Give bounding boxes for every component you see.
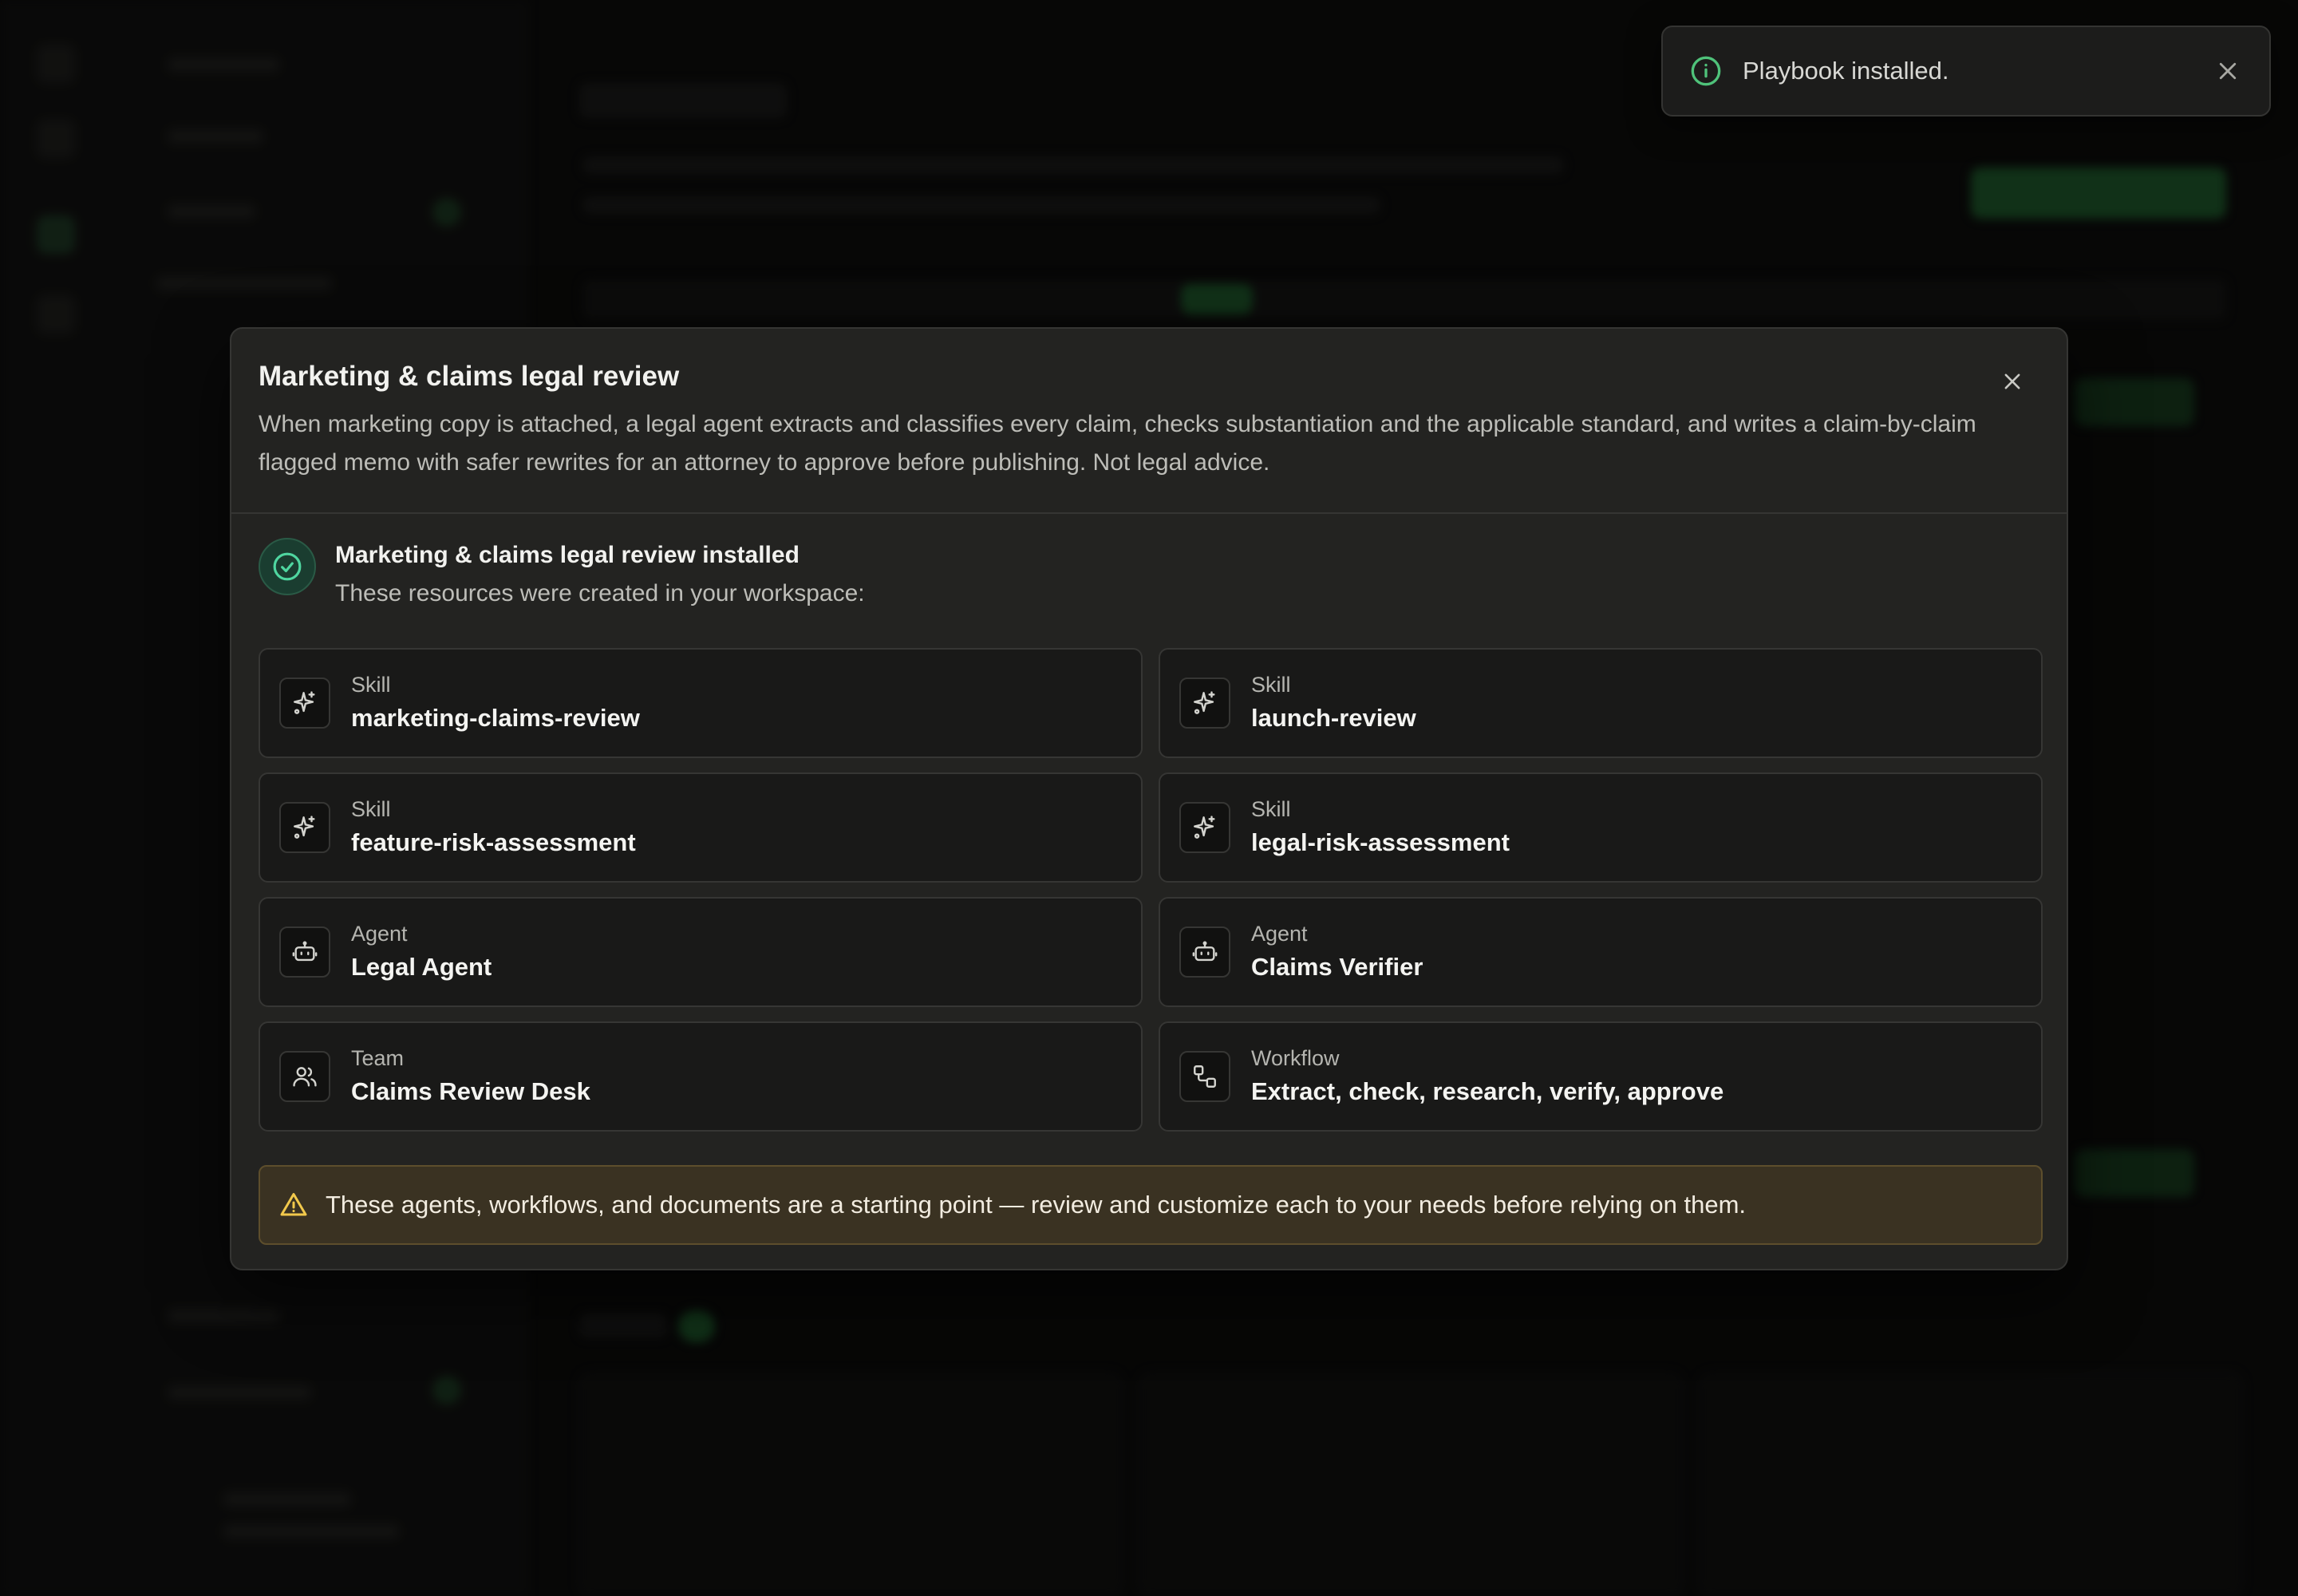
dialog-title: Marketing & claims legal review <box>259 361 680 392</box>
resource-card-agent[interactable]: Agent Claims Verifier <box>1159 897 2043 1007</box>
close-icon <box>2219 62 2237 80</box>
resource-card-workflow[interactable]: Workflow Extract, check, research, verif… <box>1159 1021 2043 1132</box>
resource-card-team[interactable]: Team Claims Review Desk <box>259 1021 1143 1132</box>
install-dialog: Marketing & claims legal review When mar… <box>230 327 2068 1270</box>
close-icon <box>2004 373 2020 389</box>
resource-card-skill[interactable]: Skill feature-risk-assessment <box>259 772 1143 883</box>
dialog-header: Marketing & claims legal review When mar… <box>231 329 2067 514</box>
toast-notification: Playbook installed. <box>1661 26 2271 117</box>
success-title: Marketing & claims legal review installe… <box>335 542 800 568</box>
resource-type: Skill <box>1251 797 1291 821</box>
resource-name: feature-risk-assessment <box>351 828 636 856</box>
dialog-description: When marketing copy is attached, a legal… <box>259 411 1976 476</box>
resource-type: Agent <box>1251 922 1308 946</box>
warning-text: These agents, workflows, and documents a… <box>326 1191 1747 1219</box>
bot-icon <box>279 926 330 978</box>
resource-card-skill[interactable]: Skill launch-review <box>1159 648 2043 758</box>
resource-type: Skill <box>351 673 391 697</box>
toast-message: Playbook installed. <box>1743 57 1949 85</box>
check-circle-icon <box>259 538 316 595</box>
resource-card-skill[interactable]: Skill legal-risk-assessment <box>1159 772 2043 883</box>
warning-banner: These agents, workflows, and documents a… <box>259 1165 2043 1245</box>
sparkles-icon <box>1179 678 1230 729</box>
resource-name: Claims Review Desk <box>351 1077 590 1105</box>
users-icon <box>279 1051 330 1102</box>
resource-type: Workflow <box>1251 1046 1340 1070</box>
dialog-close-button[interactable] <box>1998 367 2027 396</box>
resource-card-agent[interactable]: Agent Legal Agent <box>259 897 1143 1007</box>
resource-type: Agent <box>351 922 408 946</box>
resource-name: Claims Verifier <box>1251 953 1423 981</box>
resource-type: Skill <box>1251 673 1291 697</box>
workflow-icon <box>1179 1051 1230 1102</box>
sparkles-icon <box>279 802 330 853</box>
install-success-message: Marketing & claims legal review installe… <box>259 538 865 613</box>
resource-type: Skill <box>351 797 391 821</box>
resource-name: launch-review <box>1251 704 1416 732</box>
bot-icon <box>1179 926 1230 978</box>
resource-name: legal-risk-assessment <box>1251 828 1510 856</box>
resource-name: Legal Agent <box>351 953 492 981</box>
sparkles-icon <box>1179 802 1230 853</box>
resource-name: marketing-claims-review <box>351 704 640 732</box>
resource-card-skill[interactable]: Skill marketing-claims-review <box>259 648 1143 758</box>
toast-close-button[interactable] <box>2213 57 2242 85</box>
warning-triangle-icon <box>279 1191 308 1219</box>
info-circle-icon <box>1690 55 1722 87</box>
resource-type: Team <box>351 1046 405 1070</box>
success-subtitle: These resources were created in your wor… <box>335 580 865 606</box>
resource-name: Extract, check, research, verify, approv… <box>1251 1077 1724 1105</box>
sparkles-icon <box>279 678 330 729</box>
resource-list: Skill marketing-claims-review Skill laun… <box>259 648 2043 1132</box>
